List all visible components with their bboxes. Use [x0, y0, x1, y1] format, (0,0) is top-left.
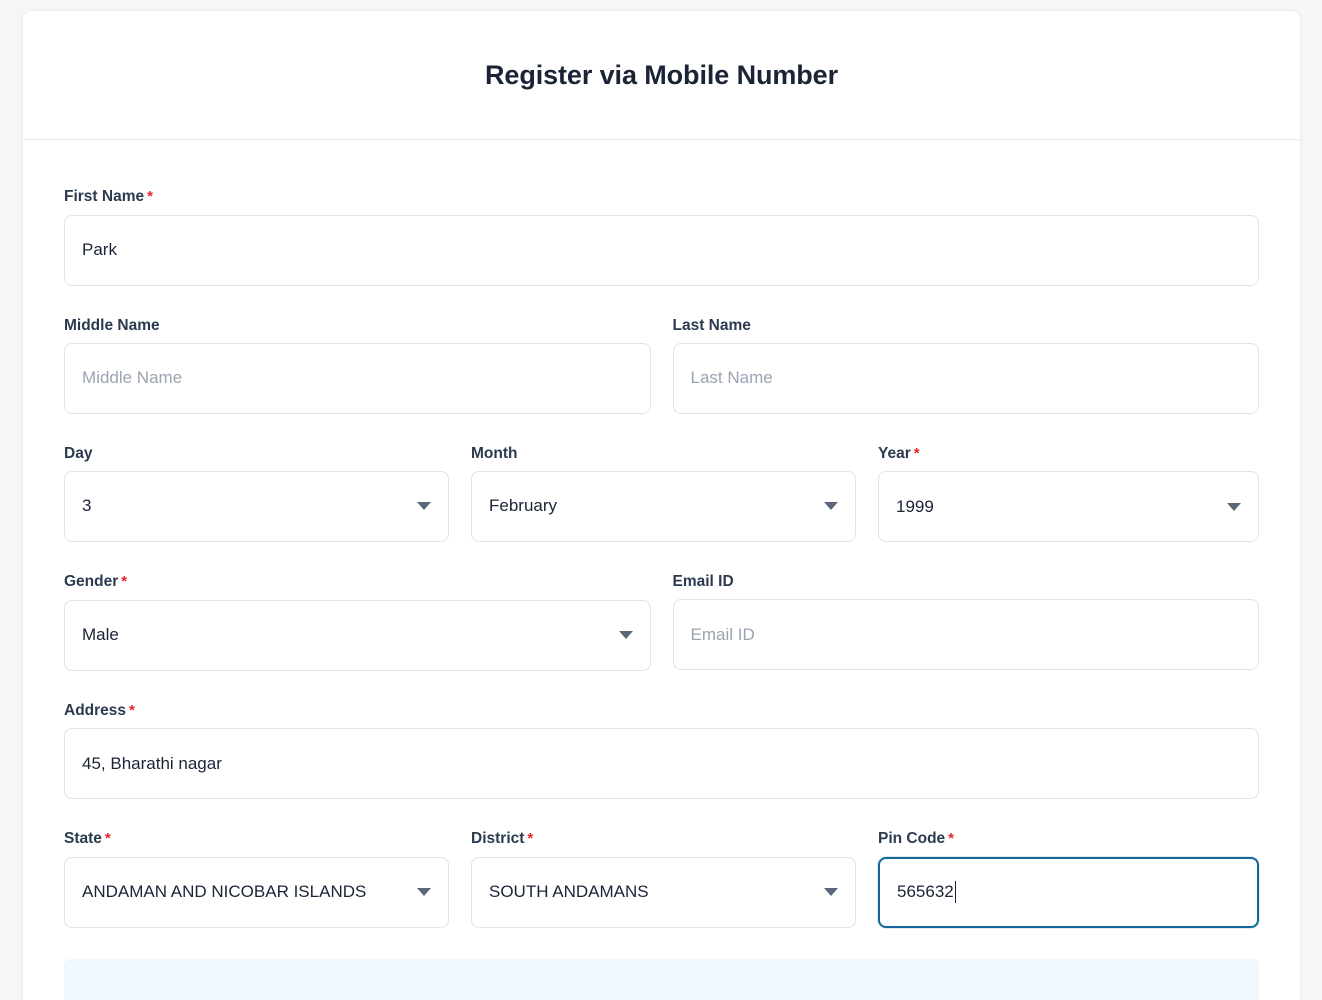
email-label: Email ID	[672, 573, 734, 591]
field-middle-name: Middle Name Middle Name	[64, 317, 651, 414]
required-asterisk: *	[913, 444, 920, 462]
gender-label-text: Gender	[64, 573, 119, 591]
pin-code-value: 565632	[897, 882, 954, 902]
required-asterisk: *	[948, 830, 955, 848]
year-label: Year *	[878, 445, 1259, 463]
first-name-label: First Name *	[64, 188, 1259, 206]
state-label-text: State	[64, 830, 102, 848]
email-placeholder: Email ID	[690, 624, 755, 644]
gender-email-row: Gender * Male Email ID Email ID	[64, 573, 1259, 671]
email-input[interactable]: Email ID	[672, 599, 1259, 671]
field-state: State * ANDAMAN AND NICOBAR ISLANDS	[64, 830, 449, 928]
field-email: Email ID Email ID	[672, 573, 1259, 671]
field-first-name: First Name * Park	[64, 188, 1259, 286]
page-title: Register via Mobile Number	[485, 59, 838, 90]
last-name-label: Last Name	[672, 316, 751, 334]
required-asterisk: *	[121, 573, 128, 591]
dob-row: Day 3 Month February Year * 1999	[64, 445, 1259, 543]
field-district: District * SOUTH ANDAMANS	[471, 830, 856, 928]
day-label: Day	[64, 444, 93, 462]
first-name-label-text: First Name	[64, 188, 145, 205]
field-last-name: Last Name Last Name	[672, 316, 1259, 414]
required-asterisk: *	[104, 830, 111, 848]
field-day: Day 3	[64, 445, 449, 543]
month-label: Month	[471, 444, 518, 462]
field-month: Month February	[471, 445, 856, 543]
district-select[interactable]: SOUTH ANDAMANS	[471, 856, 856, 928]
middle-name-input[interactable]: Middle Name	[64, 342, 651, 414]
pin-code-label: Pin Code *	[878, 830, 1259, 848]
year-label-text: Year	[878, 444, 911, 462]
month-select[interactable]: February	[471, 470, 856, 542]
card-header: Register via Mobile Number	[23, 11, 1300, 140]
address-input[interactable]: 45, Bharathi nagar	[64, 728, 1259, 800]
field-address: Address * 45, Bharathi nagar	[64, 702, 1259, 800]
page-root: Register via Mobile Number First Name * P…	[0, 0, 1322, 1000]
state-select[interactable]: ANDAMAN AND NICOBAR ISLANDS	[64, 856, 449, 928]
first-name-value: Park	[82, 240, 117, 259]
pin-code-input[interactable]: 565632	[878, 856, 1259, 928]
address-label: Address *	[64, 702, 1259, 720]
district-value: SOUTH ANDAMANS	[489, 882, 649, 902]
location-row: State * ANDAMAN AND NICOBAR ISLANDS Distr…	[64, 830, 1259, 928]
district-label: District *	[471, 830, 856, 848]
month-value: February	[489, 496, 558, 516]
state-label: State *	[64, 830, 449, 848]
pin-code-label-text: Pin Code	[878, 830, 946, 848]
field-year: Year * 1999	[878, 445, 1259, 543]
chevron-down-icon	[824, 502, 838, 511]
notice-bar	[64, 958, 1259, 1000]
last-name-placeholder: Last Name	[690, 368, 773, 388]
district-label-text: District	[471, 830, 525, 848]
registration-form: First Name * Park Middle Name Middle Name…	[23, 140, 1300, 928]
middle-name-placeholder: Middle Name	[82, 368, 183, 388]
chevron-down-icon	[417, 502, 431, 511]
first-name-input[interactable]: Park	[64, 214, 1259, 286]
year-value: 1999	[896, 496, 934, 516]
address-label-text: Address	[64, 701, 127, 719]
required-asterisk: *	[147, 188, 153, 205]
field-gender: Gender * Male	[64, 573, 651, 671]
last-name-input[interactable]: Last Name	[672, 342, 1259, 414]
required-asterisk: *	[527, 830, 534, 848]
chevron-down-icon	[618, 631, 633, 640]
state-value: ANDAMAN AND NICOBAR ISLANDS	[82, 882, 367, 902]
required-asterisk: *	[129, 701, 135, 719]
middle-name-label: Middle Name	[64, 316, 160, 334]
gender-select[interactable]: Male	[64, 599, 651, 671]
year-select[interactable]: 1999	[878, 471, 1259, 543]
chevron-down-icon	[824, 888, 838, 897]
name-row: Middle Name Middle Name Last Name Last N…	[64, 317, 1259, 414]
day-select[interactable]: 3	[64, 470, 449, 542]
day-value: 3	[82, 496, 92, 516]
text-cursor	[954, 881, 957, 904]
chevron-down-icon	[1227, 502, 1241, 511]
registration-card: Register via Mobile Number First Name * P…	[22, 10, 1301, 1000]
gender-value: Male	[82, 625, 119, 645]
chevron-down-icon	[417, 888, 431, 897]
field-pin-code: Pin Code * 565632	[878, 830, 1259, 928]
address-value: 45, Bharathi nagar	[82, 753, 222, 773]
gender-label: Gender *	[64, 573, 651, 591]
